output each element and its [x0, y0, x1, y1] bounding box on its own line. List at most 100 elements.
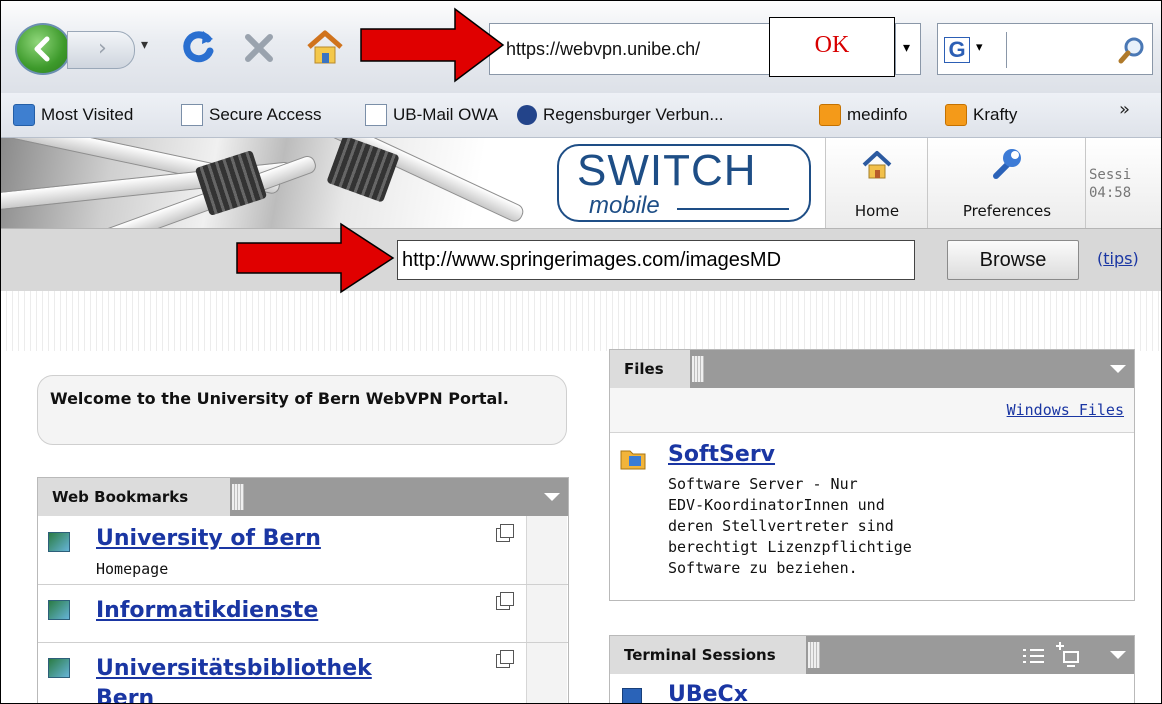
- home-icon[interactable]: [303, 25, 347, 69]
- bookmark-link[interactable]: Informatikdienste: [96, 598, 318, 623]
- list-item: Universitätsbibliothek Bern: [38, 642, 568, 703]
- page-icon: [365, 104, 387, 126]
- bookmark-label: Regensburger Verbun...: [543, 105, 724, 124]
- panel-titlebar: Files: [610, 350, 1134, 388]
- panel-title: Web Bookmarks: [52, 488, 189, 506]
- panel-titlebar: Terminal Sessions: [610, 636, 1134, 674]
- engine-dropdown-icon[interactable]: ▾: [976, 40, 983, 55]
- chevron-down-icon[interactable]: [544, 493, 560, 501]
- bookmarks-overflow-button[interactable]: »: [1119, 99, 1130, 120]
- forward-arrow-icon: ›: [98, 36, 107, 61]
- description-line: Software Server - Nur: [668, 475, 858, 493]
- open-new-window-icon[interactable]: [488, 588, 524, 624]
- search-divider: [1006, 32, 1007, 68]
- reload-icon[interactable]: [179, 25, 219, 69]
- bookmark-krafty[interactable]: Krafty: [945, 103, 1017, 127]
- browse-label: Browse: [979, 249, 1047, 271]
- panel-tab: Terminal Sessions: [610, 636, 820, 674]
- nav-home-label: Home: [854, 202, 900, 220]
- screenshot-frame: › ▾ https://webvpn.unibe.ch/ ▾ OK G ▾ Mo…: [0, 0, 1162, 704]
- home-icon: [862, 151, 892, 179]
- back-arrow-icon: [34, 36, 50, 62]
- files-subheader: Windows Files: [610, 388, 1134, 433]
- rss-icon: [819, 104, 841, 126]
- add-session-icon[interactable]: [1054, 640, 1084, 670]
- ur-icon: [517, 105, 537, 125]
- url-dropdown-button[interactable]: ▾: [895, 23, 921, 75]
- description-line: EDV-KoordinatorInnen und: [668, 496, 885, 514]
- ok-label: OK: [814, 32, 850, 58]
- open-new-window-icon[interactable]: [488, 646, 524, 682]
- windows-files-link[interactable]: Windows Files: [1007, 401, 1124, 419]
- bookmark-label: Secure Access: [209, 105, 322, 124]
- web-bookmark-icon: [48, 658, 70, 678]
- bookmark-medinfo[interactable]: medinfo: [819, 103, 907, 127]
- bookmark-ub-mail[interactable]: UB-Mail OWA: [365, 103, 498, 127]
- folder-icon: [620, 450, 646, 470]
- wrench-icon: [993, 149, 1021, 179]
- stop-icon[interactable]: [239, 25, 279, 69]
- url-field[interactable]: https://webvpn.unibe.ch/: [489, 23, 769, 75]
- decorative-stripes: [1, 291, 1161, 351]
- description-line: Software zu beziehen.: [668, 559, 858, 577]
- description-line: berechtigt Lizenzpflichtige: [668, 538, 912, 556]
- portal-content: Welcome to the University of Bern WebVPN…: [1, 291, 1161, 703]
- bookmark-link-cont[interactable]: Bern: [96, 686, 154, 703]
- chevron-down-icon[interactable]: [1110, 365, 1126, 373]
- panel-title: Files: [624, 360, 664, 378]
- google-icon[interactable]: G: [944, 37, 970, 63]
- terminal-session-link[interactable]: UBeCx: [668, 682, 748, 703]
- bookmark-label: Most Visited: [41, 105, 134, 124]
- panel-tab: Files: [610, 350, 704, 388]
- panel-titlebar: Web Bookmarks: [38, 478, 568, 516]
- session-label: Sessi: [1089, 167, 1132, 183]
- session-time: 04:58: [1089, 185, 1132, 201]
- browse-button[interactable]: Browse: [947, 240, 1079, 280]
- welcome-box: Welcome to the University of Bern WebVPN…: [37, 375, 567, 445]
- bookmark-most-visited[interactable]: Most Visited: [13, 103, 133, 127]
- bookmark-regensburger[interactable]: Regensburger Verbun...: [517, 103, 724, 127]
- bookmark-secure-access[interactable]: Secure Access: [181, 103, 321, 127]
- panel-tab: Web Bookmarks: [38, 478, 244, 516]
- bookmark-link[interactable]: University of Bern: [96, 526, 321, 551]
- tips-link[interactable]: tips: [1103, 249, 1132, 268]
- logo-main-text: SWITCH: [577, 146, 757, 195]
- forward-button[interactable]: ›: [67, 31, 135, 69]
- web-bookmarks-panel: Web Bookmarks University of Bern Homepag…: [37, 477, 569, 703]
- search-folder-icon: [13, 104, 35, 126]
- portal-header: SWITCH mobile Home Preferences Sessi 04:…: [1, 138, 1161, 228]
- history-dropdown-icon[interactable]: ▾: [141, 37, 148, 53]
- logo-sub-text: mobile: [589, 192, 660, 219]
- nav-preferences-label: Preferences: [962, 202, 1052, 220]
- search-icon[interactable]: [1118, 36, 1146, 64]
- search-field[interactable]: G ▾: [937, 23, 1153, 75]
- chevron-down-icon[interactable]: [1110, 651, 1126, 659]
- ok-annotation-box: OK: [769, 17, 895, 77]
- files-panel: Files Windows Files SoftServ Software Se…: [609, 349, 1135, 601]
- softserv-link[interactable]: SoftServ: [668, 442, 775, 467]
- welcome-text: Welcome to the University of Bern WebVPN…: [50, 389, 509, 408]
- browser-toolbar: › ▾ https://webvpn.unibe.ch/ ▾ OK G ▾: [1, 1, 1161, 93]
- nav-home[interactable]: Home: [825, 138, 928, 228]
- list-icon[interactable]: [1020, 642, 1050, 668]
- red-arrow-address: [236, 222, 395, 294]
- bookmarks-toolbar: Most Visited Secure Access UB-Mail OWA R…: [1, 93, 1161, 138]
- switch-mobile-logo: SWITCH mobile: [557, 144, 811, 222]
- softserv-description: Software Server - Nur EDV-KoordinatorInn…: [668, 474, 912, 579]
- nav-preferences[interactable]: Preferences: [927, 138, 1086, 228]
- bookmark-label: Krafty: [973, 105, 1018, 124]
- portal-url-value: http://www.springerimages.com/imagesMD: [402, 249, 782, 271]
- bookmark-description: Homepage: [96, 560, 169, 578]
- web-bookmark-icon: [48, 600, 70, 620]
- portal-url-input[interactable]: http://www.springerimages.com/imagesMD: [397, 240, 915, 280]
- terminal-icon: [622, 688, 642, 703]
- page-icon: [181, 104, 203, 126]
- open-new-window-icon[interactable]: [488, 520, 524, 556]
- tips-close-paren: ): [1132, 249, 1139, 268]
- bookmark-link[interactable]: Universitätsbibliothek: [96, 656, 372, 681]
- tips-link-wrapper: (tips): [1097, 249, 1139, 268]
- bookmark-label: medinfo: [847, 105, 908, 124]
- red-arrow-url: [360, 7, 505, 83]
- back-button[interactable]: [15, 23, 71, 75]
- panel-title: Terminal Sessions: [624, 646, 776, 664]
